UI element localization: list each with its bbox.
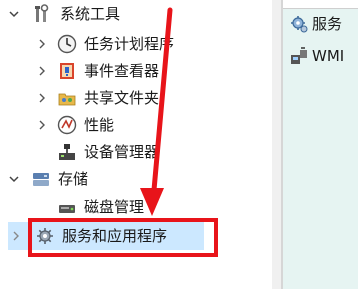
tree-item-label: 磁盘管理 — [84, 198, 145, 216]
chevron-right-icon[interactable] — [36, 38, 48, 50]
list-item-label: WMI — [312, 47, 345, 65]
column-header — [283, 0, 358, 9]
tree-item-device-manager[interactable]: 设备管理器 — [36, 138, 266, 166]
tree-item-event-viewer[interactable]: 事件查看器 — [36, 57, 266, 85]
tools-icon — [32, 3, 54, 25]
performance-icon — [56, 114, 78, 136]
splitter-gap — [272, 0, 281, 289]
tree-item-disk-management[interactable]: 磁盘管理 — [36, 193, 266, 221]
chevron-down-icon[interactable] — [8, 173, 20, 185]
chevron-right-icon[interactable] — [36, 65, 48, 77]
tree-item-performance[interactable]: 性能 — [36, 111, 266, 139]
tree-item-label: 事件查看器 — [84, 62, 160, 80]
tree-item-label: 任务计划程序 — [84, 35, 175, 53]
highlight-box — [28, 218, 218, 257]
chevron-right-icon[interactable] — [36, 119, 48, 131]
content-pane: 服务 WMI — [283, 0, 358, 289]
chevron-right-icon[interactable] — [36, 92, 48, 104]
storage-icon — [30, 168, 52, 190]
clock-icon — [56, 33, 78, 55]
wmi-icon — [289, 46, 309, 66]
tree-item-label: 存储 — [58, 170, 89, 188]
tree-item-shared-folders[interactable]: 共享文件夹 — [36, 84, 266, 112]
tree-item-task-scheduler[interactable]: 任务计划程序 — [36, 30, 266, 58]
services-gear-icon — [289, 14, 309, 34]
tree-item-label: 共享文件夹 — [84, 89, 160, 107]
tree-item-label: 系统工具 — [60, 5, 121, 23]
tree-item-label: 性能 — [84, 116, 115, 134]
tree-item-label: 设备管理器 — [84, 143, 160, 161]
shared-folder-icon — [56, 87, 78, 109]
list-item-label: 服务 — [312, 15, 343, 33]
event-viewer-icon — [56, 60, 78, 82]
disk-management-icon — [56, 196, 78, 218]
list-item-wmi[interactable]: WMI — [289, 46, 344, 66]
chevron-right-icon[interactable] — [10, 230, 22, 242]
tree-item-system-tools[interactable]: 系统工具 — [8, 0, 268, 28]
chevron-down-icon[interactable] — [8, 8, 20, 20]
list-item-services[interactable]: 服务 — [289, 14, 342, 34]
device-manager-icon — [56, 141, 78, 163]
tree-item-storage[interactable]: 存储 — [8, 165, 268, 193]
